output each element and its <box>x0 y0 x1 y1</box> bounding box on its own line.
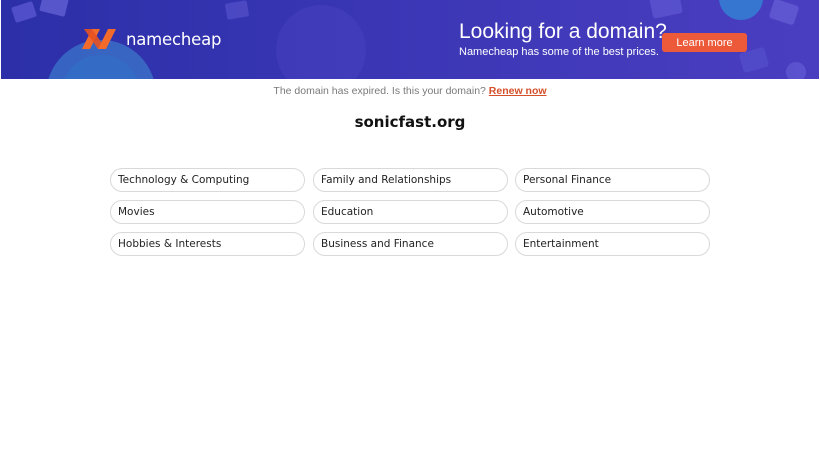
category-label: Education <box>321 206 374 218</box>
category-label: Entertainment <box>523 238 599 250</box>
expired-notice: The domain has expired. Is this your dom… <box>0 85 820 97</box>
renew-now-link[interactable]: Renew now <box>489 85 547 97</box>
category-label: Movies <box>118 206 155 218</box>
category-label: Technology & Computing <box>118 174 250 186</box>
category-chip[interactable]: Hobbies & Interests <box>110 232 305 256</box>
category-chip[interactable]: Business and Finance <box>313 232 508 256</box>
category-chip[interactable]: Automotive <box>515 200 710 224</box>
namecheap-mark-icon <box>82 29 116 49</box>
promo-subtitle: Namecheap has some of the best prices. <box>459 46 659 58</box>
category-label: Automotive <box>523 206 584 218</box>
category-chip[interactable]: Entertainment <box>515 232 710 256</box>
promo-title: Looking for a domain? <box>459 20 667 43</box>
category-label: Personal Finance <box>523 174 612 186</box>
namecheap-logo[interactable]: namecheap <box>80 27 221 51</box>
learn-more-button[interactable]: Learn more <box>662 33 747 52</box>
category-chip[interactable]: Personal Finance <box>515 168 710 192</box>
expired-notice-text: The domain has expired. Is this your dom… <box>273 85 486 97</box>
category-chip[interactable]: Technology & Computing <box>110 168 305 192</box>
category-label: Hobbies & Interests <box>118 238 222 250</box>
brand-name: namecheap <box>126 29 222 49</box>
promo-text: Looking for a domain? Namecheap has some… <box>459 20 667 58</box>
category-label: Family and Relationships <box>321 174 452 186</box>
promo-banner: namecheap Looking for a domain? Namechea… <box>1 0 819 79</box>
category-chip[interactable]: Movies <box>110 200 305 224</box>
category-label: Business and Finance <box>321 238 434 250</box>
category-chip[interactable]: Education <box>313 200 508 224</box>
category-chip[interactable]: Family and Relationships <box>313 168 508 192</box>
domain-name: sonicfast.org <box>354 113 466 131</box>
